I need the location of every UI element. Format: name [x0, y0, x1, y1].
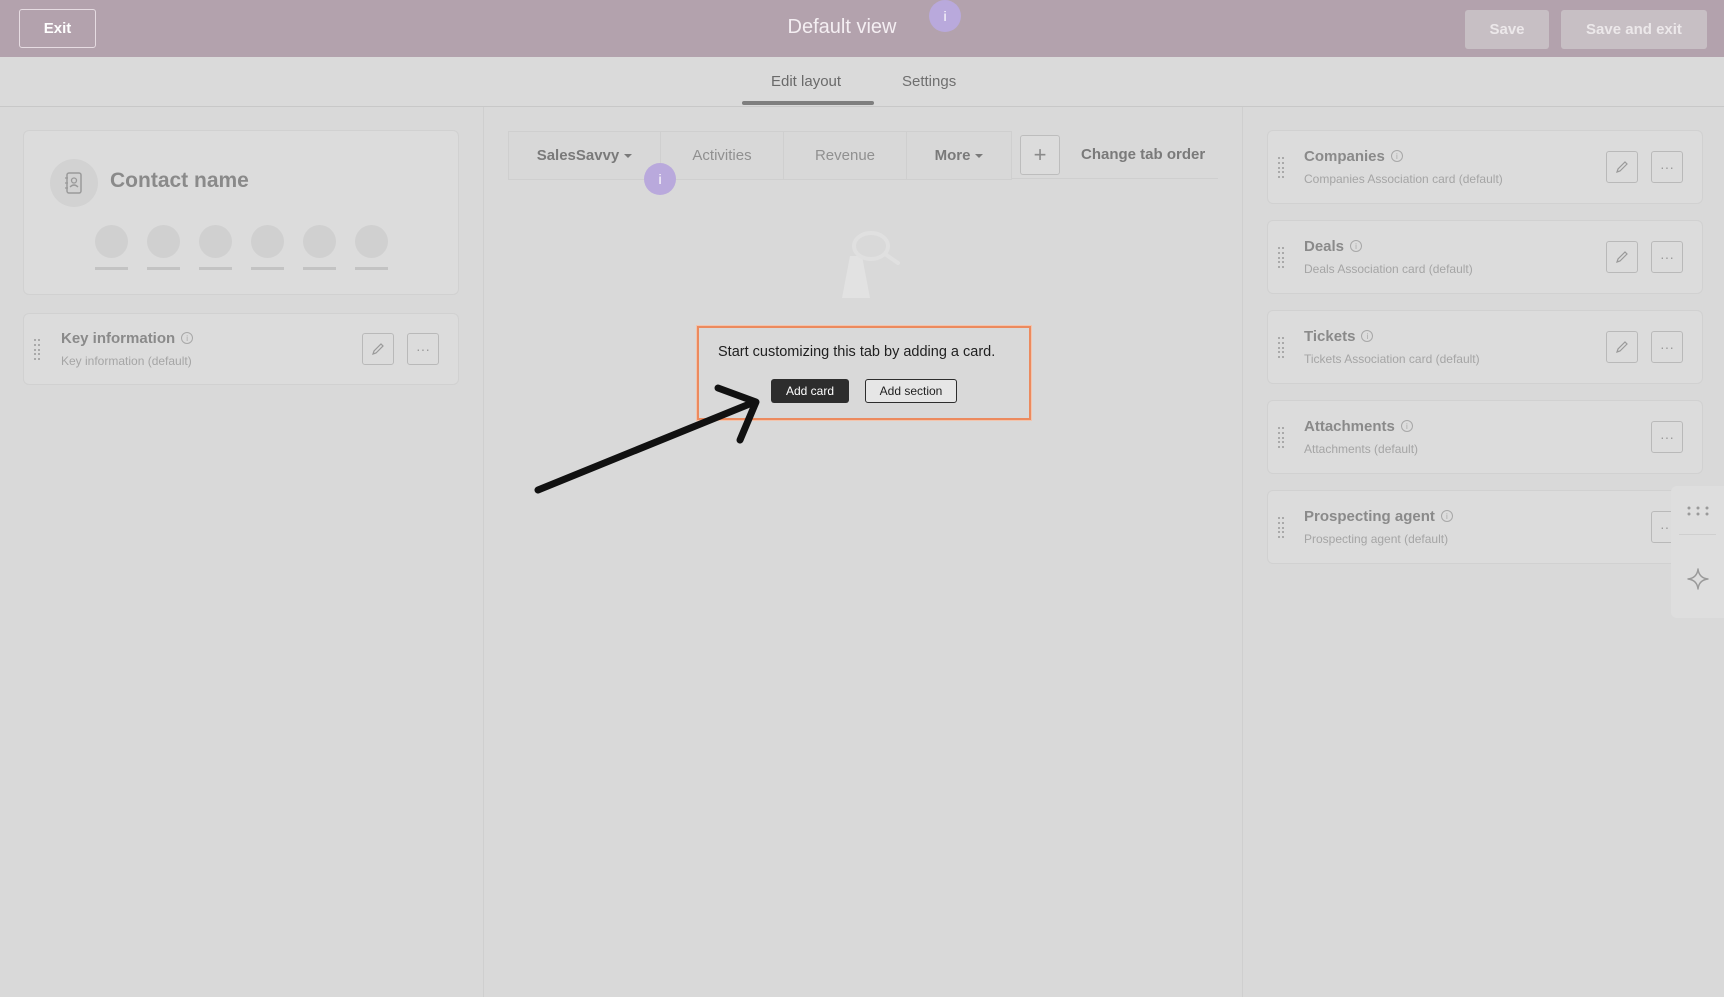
card-more-button[interactable]: ···	[407, 333, 439, 365]
column-divider-right	[1242, 107, 1243, 997]
sparkle-icon[interactable]	[1687, 568, 1709, 590]
contact-book-icon	[65, 172, 82, 194]
right-card-deals[interactable]: Deals i Deals Association card (default) …	[1267, 220, 1703, 294]
edit-card-button[interactable]	[362, 333, 394, 365]
chevron-down-icon	[975, 153, 984, 158]
card-more-button[interactable]: ···	[1651, 331, 1683, 363]
info-icon[interactable]: i	[1361, 330, 1374, 343]
quick-action-placeholder	[147, 225, 180, 258]
key-information-card[interactable]: Key information i Key information (defaul…	[23, 313, 459, 385]
pointer-arrow-icon	[534, 384, 760, 494]
info-badge-tabs[interactable]: i	[644, 163, 676, 195]
card-title: Tickets i	[1304, 328, 1374, 345]
quick-action-placeholder	[303, 225, 336, 258]
chevron-down-icon	[624, 153, 633, 158]
quick-action-label-placeholder	[303, 267, 336, 270]
info-icon[interactable]: i	[1390, 150, 1403, 163]
tabs-underline	[1012, 178, 1218, 179]
pencil-icon	[1616, 251, 1628, 263]
pencil-icon	[372, 343, 384, 355]
info-icon[interactable]: i	[181, 332, 194, 345]
active-tab-indicator	[742, 101, 874, 105]
quick-action-placeholder	[251, 225, 284, 258]
pencil-icon	[1616, 161, 1628, 173]
contact-avatar	[50, 159, 98, 207]
right-card-companies[interactable]: Companies i Companies Association card (d…	[1267, 130, 1703, 204]
info-icon[interactable]: i	[1440, 510, 1453, 523]
card-title: Companies i	[1304, 148, 1403, 165]
add-card-button[interactable]: Add card	[771, 379, 849, 403]
info-icon[interactable]: i	[1350, 240, 1363, 253]
save-button[interactable]: Save	[1465, 10, 1549, 49]
popover-message: Start customizing this tab by adding a c…	[718, 344, 996, 360]
right-card-prospecting-agent[interactable]: Prospecting agent i Prospecting agent (de…	[1267, 490, 1703, 564]
quick-action-label-placeholder	[147, 267, 180, 270]
add-section-button[interactable]: Add section	[865, 379, 957, 403]
quick-action-label-placeholder	[199, 267, 232, 270]
drag-handle-icon[interactable]	[34, 339, 40, 361]
card-title: Attachments i	[1304, 418, 1413, 435]
info-icon[interactable]: i	[1400, 420, 1413, 433]
card-title: Key information i	[61, 330, 194, 347]
contact-name-title: Contact name	[110, 169, 249, 192]
assistant-rail	[1671, 486, 1724, 618]
card-more-button[interactable]: ···	[1651, 421, 1683, 453]
card-subtitle: Attachments (default)	[1304, 442, 1419, 456]
quick-action-label-placeholder	[95, 267, 128, 270]
card-subtitle: Key information (default)	[61, 354, 192, 368]
edit-card-button[interactable]	[1606, 331, 1638, 363]
quick-action-label-placeholder	[355, 267, 388, 270]
card-more-button[interactable]: ···	[1651, 151, 1683, 183]
edit-card-button[interactable]	[1606, 241, 1638, 273]
top-bar: Exit Default view i Save Save and exit	[0, 0, 1724, 57]
grid-dots-icon[interactable]	[1687, 506, 1709, 516]
record-tabs: SalesSavvy Activities Revenue More	[508, 131, 1012, 180]
change-tab-order-link[interactable]: Change tab order	[1081, 146, 1205, 163]
empty-state-magnifier-icon	[842, 231, 900, 298]
drag-handle-icon[interactable]	[1278, 427, 1284, 449]
add-tab-button[interactable]: +	[1020, 135, 1060, 175]
card-more-button[interactable]: ···	[1651, 241, 1683, 273]
card-subtitle: Prospecting agent (default)	[1304, 532, 1449, 546]
save-and-exit-button[interactable]: Save and exit	[1561, 10, 1707, 49]
info-badge-header[interactable]: i	[929, 0, 961, 32]
edit-card-button[interactable]	[1606, 151, 1638, 183]
quick-action-placeholder	[199, 225, 232, 258]
tab-settings[interactable]: Settings	[902, 73, 956, 90]
column-divider-left	[483, 107, 484, 997]
tab-more[interactable]: More	[907, 132, 1011, 179]
card-title: Prospecting agent i	[1304, 508, 1453, 525]
card-title: Deals i	[1304, 238, 1363, 255]
right-card-tickets[interactable]: Tickets i Tickets Association card (defau…	[1267, 310, 1703, 384]
drag-handle-icon[interactable]	[1278, 247, 1284, 269]
drag-handle-icon[interactable]	[1278, 337, 1284, 359]
tab-activities[interactable]: Activities	[661, 132, 784, 179]
quick-action-label-placeholder	[251, 267, 284, 270]
card-subtitle: Deals Association card (default)	[1304, 262, 1473, 276]
tab-edit-layout[interactable]: Edit layout	[771, 73, 841, 90]
quick-action-placeholder	[355, 225, 388, 258]
rail-divider	[1679, 534, 1716, 535]
page-tabs: Edit layout Settings	[0, 57, 1724, 107]
tab-salessavvy[interactable]: SalesSavvy	[509, 132, 661, 179]
right-card-attachments[interactable]: Attachments i Attachments (default) ···	[1267, 400, 1703, 474]
quick-action-placeholder	[95, 225, 128, 258]
view-title: Default view	[787, 16, 897, 38]
pencil-icon	[1616, 341, 1628, 353]
drag-handle-icon[interactable]	[1278, 157, 1284, 179]
tab-revenue[interactable]: Revenue	[784, 132, 907, 179]
card-subtitle: Tickets Association card (default)	[1304, 352, 1480, 366]
contact-header-card: Contact name	[23, 130, 459, 295]
card-subtitle: Companies Association card (default)	[1304, 172, 1503, 186]
drag-handle-icon[interactable]	[1278, 517, 1284, 539]
